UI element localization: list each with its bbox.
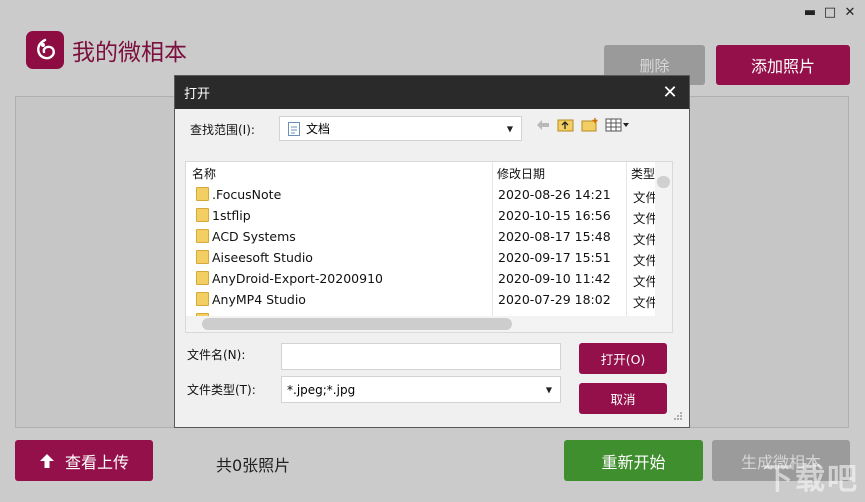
filename-label: 文件名(N):	[187, 348, 246, 362]
lookin-value: 文档	[306, 122, 331, 136]
file-row[interactable]: .FocusNote 2020-08-26 14:21 文件	[186, 184, 658, 205]
open-file-dialog: 打开 ✕ 查找范围(I): 文档 ▼ 名称 修改日期 类型 .FocusNote…	[174, 75, 690, 428]
file-date: 2020-08-26 14:21	[498, 187, 611, 202]
lookin-select[interactable]: 文档 ▼	[279, 116, 522, 141]
dialog-title: 打开	[184, 87, 211, 102]
new-folder-icon[interactable]	[581, 117, 599, 132]
filetype-label: 文件类型(T):	[187, 383, 256, 397]
chevron-down-icon: ▼	[545, 385, 552, 394]
folder-icon	[196, 208, 209, 222]
maximize-icon[interactable]: □	[823, 6, 837, 20]
app-title: 我的微相本	[72, 40, 187, 66]
view-menu-icon[interactable]	[605, 118, 629, 132]
upload-arrow-icon	[39, 453, 54, 468]
resize-grip-icon[interactable]	[673, 411, 683, 421]
horizontal-scrollbar[interactable]	[186, 316, 672, 332]
restart-button[interactable]: 重新开始	[564, 440, 703, 481]
dialog-close-icon[interactable]: ✕	[660, 82, 680, 103]
close-icon[interactable]: ✕	[843, 6, 857, 20]
file-name: AnyDroid-Export-20200910	[212, 271, 383, 286]
lookin-label: 查找范围(I):	[190, 123, 255, 137]
view-upload-button[interactable]: 查看上传	[15, 440, 153, 481]
up-folder-icon[interactable]	[557, 117, 575, 132]
file-name: .FocusNote	[212, 187, 282, 202]
folder-icon	[196, 229, 209, 243]
folder-icon	[196, 187, 209, 201]
window-controls: ▬ □ ✕	[803, 6, 857, 20]
folder-icon	[196, 271, 209, 285]
file-name: AnyMP4 Studio	[212, 292, 306, 307]
vertical-scrollbar[interactable]	[655, 162, 672, 316]
horizontal-scroll-thumb[interactable]	[202, 318, 512, 330]
vertical-scroll-thumb[interactable]	[657, 176, 670, 188]
view-upload-label: 查看上传	[64, 452, 129, 472]
column-date[interactable]: 修改日期	[497, 165, 545, 182]
folder-icon	[196, 292, 209, 306]
file-row[interactable]: Aiseesoft Studio 2020-09-17 15:51 文件	[186, 247, 658, 268]
dialog-titlebar: 打开 ✕	[175, 76, 689, 109]
folder-icon	[196, 250, 209, 264]
file-name: 1stflip	[212, 208, 251, 223]
file-name: ACD Systems	[212, 229, 296, 244]
file-row[interactable]: 1stflip 2020-10-15 16:56 文件	[186, 205, 658, 226]
chevron-down-icon: ▼	[506, 124, 513, 133]
file-date: 2020-08-17 15:48	[498, 229, 611, 244]
add-photo-button[interactable]: 添加照片	[716, 45, 850, 85]
column-type[interactable]: 类型	[631, 165, 655, 182]
back-icon[interactable]	[535, 118, 551, 132]
file-row[interactable]: AnyMP4 Studio 2020-07-29 18:02 文件	[186, 289, 658, 310]
filetype-value: *.jpeg;*.jpg	[287, 382, 356, 397]
file-name: Aiseesoft Studio	[212, 250, 313, 265]
photo-count: 共0张照片	[216, 456, 291, 475]
file-date: 2020-10-15 16:56	[498, 208, 611, 223]
file-date: 2020-09-17 15:51	[498, 250, 611, 265]
document-icon	[288, 121, 300, 136]
dialog-toolbar	[535, 117, 629, 132]
filetype-select[interactable]: *.jpeg;*.jpg ▼	[281, 376, 561, 403]
file-list-header: 名称 修改日期 类型	[186, 162, 655, 182]
file-list[interactable]: 名称 修改日期 类型 .FocusNote 2020-08-26 14:21 文…	[185, 161, 673, 333]
file-date: 2020-07-29 18:02	[498, 292, 611, 307]
shell-icon	[37, 38, 55, 60]
watermark-logo: 下载吧	[763, 462, 859, 497]
cancel-button[interactable]: 取消	[579, 383, 667, 414]
minimize-icon[interactable]: ▬	[803, 6, 817, 20]
app-logo	[26, 31, 64, 69]
file-date: 2020-09-10 11:42	[498, 271, 611, 286]
column-name[interactable]: 名称	[192, 165, 216, 182]
file-row[interactable]: ACD Systems 2020-08-17 15:48 文件	[186, 226, 658, 247]
open-button[interactable]: 打开(O)	[579, 343, 667, 374]
file-row[interactable]: AnyDroid-Export-20200910 2020-09-10 11:4…	[186, 268, 658, 289]
filename-input[interactable]	[281, 343, 561, 370]
